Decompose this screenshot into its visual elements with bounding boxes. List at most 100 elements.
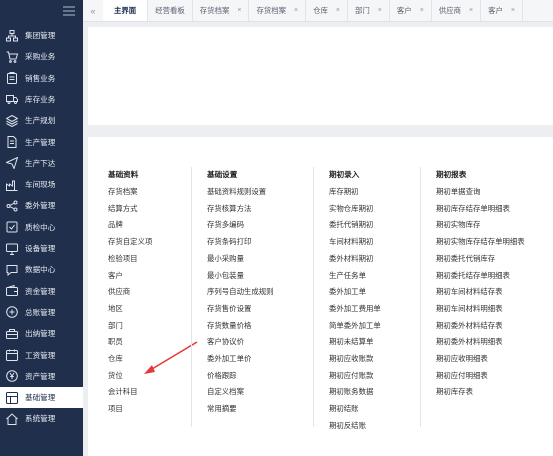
menu-link[interactable]: 最小包装量 [207,270,244,281]
menu-link[interactable]: 地区 [108,303,123,314]
menu-link[interactable]: 序列号自动生成规则 [207,286,274,297]
tab-label: 存货档案 [256,6,287,15]
menu-link[interactable]: 期初单据查询 [436,186,480,197]
menu-link[interactable]: 检验项目 [108,253,138,264]
menu-link[interactable]: 结算方式 [108,203,138,214]
menu-link[interactable]: 客户 [108,270,123,281]
menu-link[interactable]: 期初车间材料结存表 [436,286,503,297]
sidebar-item[interactable]: 系统管理 [0,408,83,429]
menu-link[interactable]: 价格跟踪 [207,370,237,381]
menu-link[interactable]: 供应商 [108,286,130,297]
menu-link[interactable]: 委外加工单价 [207,353,251,364]
menu-link[interactable]: 期初应收账款 [329,353,373,364]
cart-icon [6,51,18,63]
sidebar-item[interactable]: 资产管理 [0,366,83,387]
menu-link[interactable]: 客户协议价 [207,336,244,347]
menu-link[interactable]: 会计科目 [108,386,138,397]
menu-link[interactable]: 期初委托结存单明细表 [436,270,510,281]
menu-link[interactable]: 期初车间材料明细表 [436,303,503,314]
menu-link[interactable]: 期初应付账款 [329,370,373,381]
menu-link[interactable]: 品牌 [108,219,123,230]
tab[interactable]: 仓库 × [306,0,348,21]
sidebar-item[interactable]: 质检中心 [0,217,83,238]
close-tab-icon[interactable]: × [511,7,515,14]
menu-link[interactable]: 期初委外材料结存表 [436,320,503,331]
menu-link[interactable]: 实物仓库期初 [329,203,373,214]
double-chevron-left-icon[interactable]: « [83,0,103,21]
menu-link[interactable]: 生产任务单 [329,270,366,281]
sidebar-item[interactable]: 设备管理 [0,238,83,259]
menu-link[interactable]: 存货条码打印 [207,236,251,247]
tab[interactable]: 存货档案 × [249,0,307,21]
menu-link[interactable]: 货位 [108,370,123,381]
menu-link[interactable]: 期初账务数据 [329,386,373,397]
sidebar-item[interactable]: 出纳管理 [0,323,83,344]
tab-label: 经营看板 [155,6,185,15]
menu-link[interactable]: 部门 [108,320,123,331]
sidebar-item[interactable]: 资金管理 [0,281,83,302]
close-tab-icon[interactable]: × [469,7,473,14]
menu-link[interactable]: 期初应收明细表 [436,353,488,364]
sidebar-item-label: 资金管理 [25,286,56,296]
tab[interactable]: 客户 × [481,0,523,21]
menu-link[interactable]: 期初结账 [329,403,359,414]
menu-link[interactable]: 存货自定义项 [108,236,152,247]
tab[interactable]: 部门 × [348,0,390,21]
sidebar-item[interactable]: 生产管理 [0,132,83,153]
tab[interactable]: 经营看板 [148,0,193,21]
sidebar-item[interactable]: 生产下达 [0,153,83,174]
menu-link[interactable]: 期初委托代销库存 [436,253,495,264]
menu-link[interactable]: 期初库存结存单明细表 [436,203,510,214]
dashboard-top-panel [88,27,553,125]
close-tab-icon[interactable]: × [336,7,340,14]
sidebar-item[interactable]: 基础管理 [0,387,83,409]
menu-link[interactable]: 委外加工费用单 [329,303,381,314]
close-tab-icon[interactable]: × [237,7,241,14]
menu-link[interactable]: 存货多编码 [207,219,244,230]
sidebar-item-label: 出纳管理 [25,329,56,339]
sidebar-item[interactable]: 总账管理 [0,302,83,323]
sidebar-item[interactable]: 销售业务 [0,68,83,89]
menu-link[interactable]: 存货售价设置 [207,303,251,314]
tab[interactable]: 主界面 [103,0,149,21]
menu-link[interactable]: 职员 [108,336,123,347]
sidebar-item[interactable]: 数据中心 [0,259,83,280]
tab[interactable]: 供应商 × [432,0,482,21]
menu-link[interactable]: 委托代销期初 [329,219,373,230]
menu-link[interactable]: 存货档案 [108,186,138,197]
menu-link[interactable]: 期初实物库存结存单明细表 [436,236,525,247]
menu-link[interactable]: 存货核算方法 [207,203,251,214]
tab[interactable]: 客户 × [390,0,432,21]
sidebar-item[interactable]: 库存业务 [0,89,83,110]
menu-link[interactable]: 期初应付明细表 [436,370,488,381]
menu-link[interactable]: 车间材料期初 [329,236,373,247]
menu-link[interactable]: 最小采购量 [207,253,244,264]
menu-link[interactable]: 仓库 [108,353,123,364]
menu-link[interactable]: 库存期初 [329,186,359,197]
tab-label: 客户 [396,6,412,15]
sidebar-item[interactable]: 工资管理 [0,345,83,366]
menu-link[interactable]: 简单委外加工单 [329,320,381,331]
menu-link[interactable]: 项目 [108,403,123,414]
sidebar-item[interactable]: 车间现场 [0,174,83,195]
menu-link[interactable]: 委外材料期初 [329,253,373,264]
menu-link[interactable]: 期初委外材料明细表 [436,336,503,347]
sidebar-item[interactable]: 集团管理 [0,25,83,46]
menu-link[interactable]: 自定义档案 [207,386,244,397]
tab[interactable]: 存货档案 × [193,0,250,21]
menu-link[interactable]: 存货数量价格 [207,320,251,331]
menu-link[interactable]: 基础资料规则设置 [207,186,266,197]
close-tab-icon[interactable]: × [378,7,382,14]
sidebar-item[interactable]: 采购业务 [0,46,83,67]
sidebar-item[interactable]: 生产规划 [0,110,83,131]
menu-link[interactable]: 期初实物库存 [436,219,480,230]
close-tab-icon[interactable]: × [420,7,424,14]
menu-link[interactable]: 期初库存表 [436,386,473,397]
menu-link[interactable]: 期初未结算单 [329,336,373,347]
close-tab-icon[interactable]: × [294,7,298,14]
menu-link[interactable]: 期初反结账 [329,420,366,431]
sidebar-item[interactable]: 委外管理 [0,195,83,216]
menu-link[interactable]: 委外加工单 [329,286,366,297]
hamburger-icon[interactable] [63,6,75,16]
menu-link[interactable]: 常用摘要 [207,403,237,414]
